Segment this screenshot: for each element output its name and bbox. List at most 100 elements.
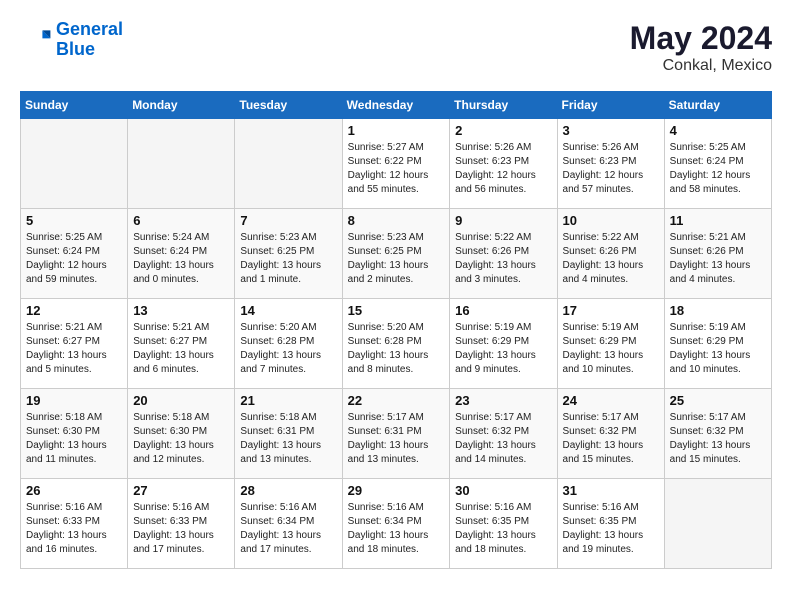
logo-line2: Blue: [56, 39, 95, 59]
weekday-header: Tuesday: [235, 92, 342, 119]
day-number: 1: [348, 123, 445, 138]
day-info: Sunrise: 5:21 AM Sunset: 6:26 PM Dayligh…: [670, 231, 766, 287]
day-info: Sunrise: 5:19 AM Sunset: 6:29 PM Dayligh…: [455, 321, 551, 377]
day-number: 10: [563, 213, 659, 228]
calendar-day-cell: 28Sunrise: 5:16 AM Sunset: 6:34 PM Dayli…: [235, 479, 342, 569]
logo-text: General Blue: [56, 20, 123, 60]
calendar-day-cell: [235, 119, 342, 209]
calendar-week-row: 19Sunrise: 5:18 AM Sunset: 6:30 PM Dayli…: [21, 389, 772, 479]
day-number: 11: [670, 213, 766, 228]
weekday-header: Wednesday: [342, 92, 450, 119]
calendar-week-row: 12 Sunrise: 5:21 AM Sunset: 6:27 PM Dayli…: [21, 299, 772, 389]
month-year: May 2024: [630, 20, 772, 57]
day-info: Sunrise: 5:16 AM Sunset: 6:34 PM Dayligh…: [240, 501, 336, 557]
day-number: 16: [455, 303, 551, 318]
day-info: Sunrise: 5:18 AM Sunset: 6:30 PM Dayligh…: [133, 411, 229, 467]
location: Conkal, Mexico: [630, 57, 772, 75]
day-number: 22: [348, 393, 445, 408]
calendar-day-cell: 16 Sunrise: 5:19 AM Sunset: 6:29 PM Dayli…: [450, 299, 557, 389]
day-info: Sunrise: 5:17 AM Sunset: 6:32 PM Dayligh…: [670, 411, 766, 467]
day-number: 17: [563, 303, 659, 318]
calendar-day-cell: 27Sunrise: 5:16 AM Sunset: 6:33 PM Dayli…: [128, 479, 235, 569]
day-info: Sunrise: 5:22 AM Sunset: 6:26 PM Dayligh…: [563, 231, 659, 287]
day-number: 31: [563, 483, 659, 498]
weekday-header: Thursday: [450, 92, 557, 119]
day-info: Sunrise: 5:16 AM Sunset: 6:33 PM Dayligh…: [133, 501, 229, 557]
day-number: 4: [670, 123, 766, 138]
calendar-table: SundayMondayTuesdayWednesdayThursdayFrid…: [20, 91, 772, 569]
day-number: 6: [133, 213, 229, 228]
logo-line1: General: [56, 19, 123, 39]
day-number: 20: [133, 393, 229, 408]
day-number: 21: [240, 393, 336, 408]
day-info: Sunrise: 5:21 AM Sunset: 6:27 PM Dayligh…: [133, 321, 229, 377]
calendar-day-cell: 13Sunrise: 5:21 AM Sunset: 6:27 PM Dayli…: [128, 299, 235, 389]
weekday-header: Sunday: [21, 92, 128, 119]
day-number: 29: [348, 483, 445, 498]
day-number: 5: [26, 213, 122, 228]
calendar-day-cell: [128, 119, 235, 209]
weekday-header: Friday: [557, 92, 664, 119]
day-number: 14: [240, 303, 336, 318]
day-number: 8: [348, 213, 445, 228]
day-number: 12: [26, 303, 122, 318]
calendar-day-cell: 10 Sunrise: 5:22 AM Sunset: 6:26 PM Dayli…: [557, 209, 664, 299]
day-info: Sunrise: 5:17 AM Sunset: 6:32 PM Dayligh…: [563, 411, 659, 467]
page-header: General Blue May 2024 Conkal, Mexico: [20, 20, 772, 75]
calendar-week-row: 1 Sunrise: 5:27 AM Sunset: 6:22 PM Daylig…: [21, 119, 772, 209]
calendar-day-cell: 19Sunrise: 5:18 AM Sunset: 6:30 PM Dayli…: [21, 389, 128, 479]
day-info: Sunrise: 5:24 AM Sunset: 6:24 PM Dayligh…: [133, 231, 229, 287]
calendar-day-cell: 18Sunrise: 5:19 AM Sunset: 6:29 PM Dayli…: [664, 299, 771, 389]
calendar-week-row: 26 Sunrise: 5:16 AM Sunset: 6:33 PM Dayli…: [21, 479, 772, 569]
calendar-day-cell: 23 Sunrise: 5:17 AM Sunset: 6:32 PM Dayli…: [450, 389, 557, 479]
day-info: Sunrise: 5:21 AM Sunset: 6:27 PM Dayligh…: [26, 321, 122, 377]
day-info: Sunrise: 5:16 AM Sunset: 6:33 PM Dayligh…: [26, 501, 122, 557]
day-number: 3: [563, 123, 659, 138]
day-info: Sunrise: 5:16 AM Sunset: 6:35 PM Dayligh…: [563, 501, 659, 557]
calendar-day-cell: 15Sunrise: 5:20 AM Sunset: 6:28 PM Dayli…: [342, 299, 450, 389]
day-info: Sunrise: 5:17 AM Sunset: 6:32 PM Dayligh…: [455, 411, 551, 467]
day-number: 25: [670, 393, 766, 408]
day-info: Sunrise: 5:16 AM Sunset: 6:35 PM Dayligh…: [455, 501, 551, 557]
logo: General Blue: [20, 20, 123, 60]
calendar-header-row: SundayMondayTuesdayWednesdayThursdayFrid…: [21, 92, 772, 119]
calendar-day-cell: 21Sunrise: 5:18 AM Sunset: 6:31 PM Dayli…: [235, 389, 342, 479]
day-info: Sunrise: 5:18 AM Sunset: 6:30 PM Dayligh…: [26, 411, 122, 467]
day-info: Sunrise: 5:25 AM Sunset: 6:24 PM Dayligh…: [670, 141, 766, 197]
calendar-day-cell: 20 Sunrise: 5:18 AM Sunset: 6:30 PM Dayli…: [128, 389, 235, 479]
day-number: 23: [455, 393, 551, 408]
calendar-day-cell: [664, 479, 771, 569]
day-info: Sunrise: 5:26 AM Sunset: 6:23 PM Dayligh…: [455, 141, 551, 197]
calendar-day-cell: 25 Sunrise: 5:17 AM Sunset: 6:32 PM Dayli…: [664, 389, 771, 479]
calendar-day-cell: 8 Sunrise: 5:23 AM Sunset: 6:25 PM Daylig…: [342, 209, 450, 299]
calendar-day-cell: 31 Sunrise: 5:16 AM Sunset: 6:35 PM Dayli…: [557, 479, 664, 569]
calendar-day-cell: 11 Sunrise: 5:21 AM Sunset: 6:26 PM Dayli…: [664, 209, 771, 299]
day-info: Sunrise: 5:16 AM Sunset: 6:34 PM Dayligh…: [348, 501, 445, 557]
day-number: 7: [240, 213, 336, 228]
day-info: Sunrise: 5:25 AM Sunset: 6:24 PM Dayligh…: [26, 231, 122, 287]
day-number: 24: [563, 393, 659, 408]
weekday-header: Monday: [128, 92, 235, 119]
calendar-day-cell: 26 Sunrise: 5:16 AM Sunset: 6:33 PM Dayli…: [21, 479, 128, 569]
day-number: 2: [455, 123, 551, 138]
calendar-day-cell: 5 Sunrise: 5:25 AM Sunset: 6:24 PM Daylig…: [21, 209, 128, 299]
calendar-week-row: 5 Sunrise: 5:25 AM Sunset: 6:24 PM Daylig…: [21, 209, 772, 299]
day-info: Sunrise: 5:22 AM Sunset: 6:26 PM Dayligh…: [455, 231, 551, 287]
calendar-day-cell: 29 Sunrise: 5:16 AM Sunset: 6:34 PM Dayli…: [342, 479, 450, 569]
day-number: 26: [26, 483, 122, 498]
calendar-day-cell: 3 Sunrise: 5:26 AM Sunset: 6:23 PM Daylig…: [557, 119, 664, 209]
day-number: 9: [455, 213, 551, 228]
day-number: 15: [348, 303, 445, 318]
title-block: May 2024 Conkal, Mexico: [630, 20, 772, 75]
day-info: Sunrise: 5:26 AM Sunset: 6:23 PM Dayligh…: [563, 141, 659, 197]
calendar-day-cell: 22Sunrise: 5:17 AM Sunset: 6:31 PM Dayli…: [342, 389, 450, 479]
day-info: Sunrise: 5:23 AM Sunset: 6:25 PM Dayligh…: [348, 231, 445, 287]
day-info: Sunrise: 5:27 AM Sunset: 6:22 PM Dayligh…: [348, 141, 445, 197]
calendar-day-cell: 24 Sunrise: 5:17 AM Sunset: 6:32 PM Dayli…: [557, 389, 664, 479]
calendar-day-cell: 17 Sunrise: 5:19 AM Sunset: 6:29 PM Dayli…: [557, 299, 664, 389]
day-info: Sunrise: 5:19 AM Sunset: 6:29 PM Dayligh…: [563, 321, 659, 377]
calendar-day-cell: 9 Sunrise: 5:22 AM Sunset: 6:26 PM Daylig…: [450, 209, 557, 299]
calendar-day-cell: 12 Sunrise: 5:21 AM Sunset: 6:27 PM Dayli…: [21, 299, 128, 389]
logo-icon: [20, 24, 52, 56]
calendar-day-cell: 1 Sunrise: 5:27 AM Sunset: 6:22 PM Daylig…: [342, 119, 450, 209]
